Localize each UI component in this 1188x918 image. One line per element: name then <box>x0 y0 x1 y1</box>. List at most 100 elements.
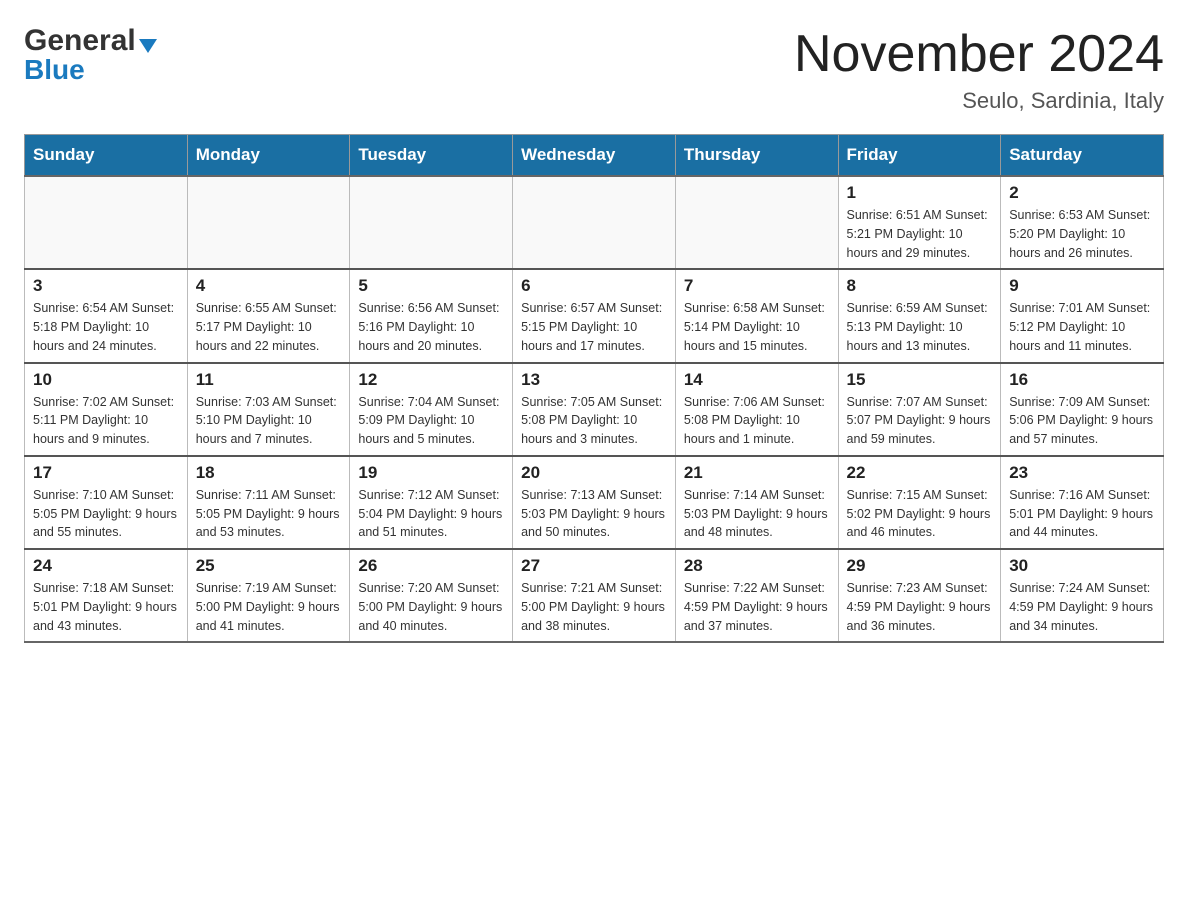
day-number: 25 <box>196 556 342 576</box>
day-number: 8 <box>847 276 993 296</box>
calendar-cell-1-0: 3 Sunrise: 6:54 AM Sunset: 5:18 PM Daylig… <box>25 269 188 362</box>
day-number: 28 <box>684 556 830 576</box>
calendar-cell-3-5: 22 Sunrise: 7:15 AM Sunset: 5:02 PM Dayli… <box>838 456 1001 549</box>
day-info: Sunrise: 7:19 AM Sunset: 5:00 PM Dayligh… <box>196 579 342 635</box>
day-info: Sunrise: 7:23 AM Sunset: 4:59 PM Dayligh… <box>847 579 993 635</box>
day-info: Sunrise: 7:15 AM Sunset: 5:02 PM Dayligh… <box>847 486 993 542</box>
day-info: Sunrise: 7:24 AM Sunset: 4:59 PM Dayligh… <box>1009 579 1155 635</box>
day-number: 13 <box>521 370 667 390</box>
logo-general: General <box>24 24 136 58</box>
day-number: 22 <box>847 463 993 483</box>
logo-triangle-icon <box>139 39 157 53</box>
week-row-5: 24 Sunrise: 7:18 AM Sunset: 5:01 PM Dayli… <box>25 549 1164 642</box>
day-number: 12 <box>358 370 504 390</box>
day-info: Sunrise: 6:57 AM Sunset: 5:15 PM Dayligh… <box>521 299 667 355</box>
day-number: 23 <box>1009 463 1155 483</box>
day-info: Sunrise: 7:12 AM Sunset: 5:04 PM Dayligh… <box>358 486 504 542</box>
logo-blue: Blue <box>24 54 85 86</box>
calendar-cell-4-0: 24 Sunrise: 7:18 AM Sunset: 5:01 PM Dayli… <box>25 549 188 642</box>
day-info: Sunrise: 6:59 AM Sunset: 5:13 PM Dayligh… <box>847 299 993 355</box>
calendar-cell-4-5: 29 Sunrise: 7:23 AM Sunset: 4:59 PM Dayli… <box>838 549 1001 642</box>
col-wednesday: Wednesday <box>513 135 676 177</box>
calendar-cell-1-6: 9Sunrise: 7:01 AM Sunset: 5:12 PM Daylig… <box>1001 269 1164 362</box>
day-info: Sunrise: 7:18 AM Sunset: 5:01 PM Dayligh… <box>33 579 179 635</box>
calendar-cell-0-5: 1 Sunrise: 6:51 AM Sunset: 5:21 PM Daylig… <box>838 176 1001 269</box>
day-info: Sunrise: 7:22 AM Sunset: 4:59 PM Dayligh… <box>684 579 830 635</box>
day-info: Sunrise: 7:03 AM Sunset: 5:10 PM Dayligh… <box>196 393 342 449</box>
day-info: Sunrise: 7:07 AM Sunset: 5:07 PM Dayligh… <box>847 393 993 449</box>
calendar-cell-2-5: 15 Sunrise: 7:07 AM Sunset: 5:07 PM Dayli… <box>838 363 1001 456</box>
calendar-cell-3-3: 20Sunrise: 7:13 AM Sunset: 5:03 PM Dayli… <box>513 456 676 549</box>
day-number: 24 <box>33 556 179 576</box>
calendar-cell-2-2: 12 Sunrise: 7:04 AM Sunset: 5:09 PM Dayli… <box>350 363 513 456</box>
day-number: 15 <box>847 370 993 390</box>
logo: General Blue <box>24 24 157 86</box>
calendar-cell-4-2: 26 Sunrise: 7:20 AM Sunset: 5:00 PM Dayli… <box>350 549 513 642</box>
calendar-cell-4-6: 30Sunrise: 7:24 AM Sunset: 4:59 PM Dayli… <box>1001 549 1164 642</box>
day-info: Sunrise: 7:04 AM Sunset: 5:09 PM Dayligh… <box>358 393 504 449</box>
calendar-cell-1-3: 6 Sunrise: 6:57 AM Sunset: 5:15 PM Daylig… <box>513 269 676 362</box>
col-thursday: Thursday <box>675 135 838 177</box>
calendar-header-row: Sunday Monday Tuesday Wednesday Thursday… <box>25 135 1164 177</box>
calendar-cell-3-0: 17 Sunrise: 7:10 AM Sunset: 5:05 PM Dayli… <box>25 456 188 549</box>
day-info: Sunrise: 6:58 AM Sunset: 5:14 PM Dayligh… <box>684 299 830 355</box>
calendar-cell-3-1: 18 Sunrise: 7:11 AM Sunset: 5:05 PM Dayli… <box>187 456 350 549</box>
day-number: 9 <box>1009 276 1155 296</box>
page-title: November 2024 <box>794 24 1164 84</box>
day-info: Sunrise: 7:05 AM Sunset: 5:08 PM Dayligh… <box>521 393 667 449</box>
col-friday: Friday <box>838 135 1001 177</box>
calendar-cell-3-6: 23 Sunrise: 7:16 AM Sunset: 5:01 PM Dayli… <box>1001 456 1164 549</box>
day-info: Sunrise: 7:06 AM Sunset: 5:08 PM Dayligh… <box>684 393 830 449</box>
day-number: 1 <box>847 183 993 203</box>
calendar-cell-2-6: 16 Sunrise: 7:09 AM Sunset: 5:06 PM Dayli… <box>1001 363 1164 456</box>
calendar-cell-2-3: 13 Sunrise: 7:05 AM Sunset: 5:08 PM Dayli… <box>513 363 676 456</box>
calendar-cell-1-2: 5Sunrise: 6:56 AM Sunset: 5:16 PM Daylig… <box>350 269 513 362</box>
calendar-cell-0-6: 2Sunrise: 6:53 AM Sunset: 5:20 PM Daylig… <box>1001 176 1164 269</box>
day-info: Sunrise: 6:53 AM Sunset: 5:20 PM Dayligh… <box>1009 206 1155 262</box>
day-info: Sunrise: 7:10 AM Sunset: 5:05 PM Dayligh… <box>33 486 179 542</box>
week-row-1: 1 Sunrise: 6:51 AM Sunset: 5:21 PM Daylig… <box>25 176 1164 269</box>
day-number: 29 <box>847 556 993 576</box>
day-info: Sunrise: 7:13 AM Sunset: 5:03 PM Dayligh… <box>521 486 667 542</box>
calendar-cell-1-1: 4Sunrise: 6:55 AM Sunset: 5:17 PM Daylig… <box>187 269 350 362</box>
day-info: Sunrise: 7:16 AM Sunset: 5:01 PM Dayligh… <box>1009 486 1155 542</box>
calendar-cell-2-4: 14Sunrise: 7:06 AM Sunset: 5:08 PM Dayli… <box>675 363 838 456</box>
calendar-cell-2-1: 11 Sunrise: 7:03 AM Sunset: 5:10 PM Dayli… <box>187 363 350 456</box>
day-number: 27 <box>521 556 667 576</box>
day-number: 3 <box>33 276 179 296</box>
day-info: Sunrise: 6:54 AM Sunset: 5:18 PM Dayligh… <box>33 299 179 355</box>
day-number: 16 <box>1009 370 1155 390</box>
calendar-cell-4-1: 25 Sunrise: 7:19 AM Sunset: 5:00 PM Dayli… <box>187 549 350 642</box>
day-info: Sunrise: 7:11 AM Sunset: 5:05 PM Dayligh… <box>196 486 342 542</box>
day-number: 26 <box>358 556 504 576</box>
calendar-cell-3-2: 19Sunrise: 7:12 AM Sunset: 5:04 PM Dayli… <box>350 456 513 549</box>
title-block: November 2024 Seulo, Sardinia, Italy <box>794 24 1164 114</box>
calendar-cell-2-0: 10 Sunrise: 7:02 AM Sunset: 5:11 PM Dayli… <box>25 363 188 456</box>
day-info: Sunrise: 7:09 AM Sunset: 5:06 PM Dayligh… <box>1009 393 1155 449</box>
calendar-cell-0-2 <box>350 176 513 269</box>
col-monday: Monday <box>187 135 350 177</box>
calendar-cell-0-1 <box>187 176 350 269</box>
col-tuesday: Tuesday <box>350 135 513 177</box>
day-info: Sunrise: 7:20 AM Sunset: 5:00 PM Dayligh… <box>358 579 504 635</box>
calendar-cell-0-0 <box>25 176 188 269</box>
day-info: Sunrise: 6:55 AM Sunset: 5:17 PM Dayligh… <box>196 299 342 355</box>
page-header: General Blue November 2024 Seulo, Sardin… <box>24 24 1164 114</box>
day-number: 5 <box>358 276 504 296</box>
calendar-cell-0-4 <box>675 176 838 269</box>
day-info: Sunrise: 6:51 AM Sunset: 5:21 PM Dayligh… <box>847 206 993 262</box>
day-number: 17 <box>33 463 179 483</box>
day-number: 10 <box>33 370 179 390</box>
page-subtitle: Seulo, Sardinia, Italy <box>794 88 1164 114</box>
calendar-cell-1-5: 8 Sunrise: 6:59 AM Sunset: 5:13 PM Daylig… <box>838 269 1001 362</box>
calendar-cell-4-4: 28 Sunrise: 7:22 AM Sunset: 4:59 PM Dayli… <box>675 549 838 642</box>
day-info: Sunrise: 7:02 AM Sunset: 5:11 PM Dayligh… <box>33 393 179 449</box>
col-saturday: Saturday <box>1001 135 1164 177</box>
day-number: 18 <box>196 463 342 483</box>
week-row-2: 3 Sunrise: 6:54 AM Sunset: 5:18 PM Daylig… <box>25 269 1164 362</box>
week-row-4: 17 Sunrise: 7:10 AM Sunset: 5:05 PM Dayli… <box>25 456 1164 549</box>
day-number: 11 <box>196 370 342 390</box>
day-number: 6 <box>521 276 667 296</box>
day-info: Sunrise: 7:21 AM Sunset: 5:00 PM Dayligh… <box>521 579 667 635</box>
day-number: 21 <box>684 463 830 483</box>
